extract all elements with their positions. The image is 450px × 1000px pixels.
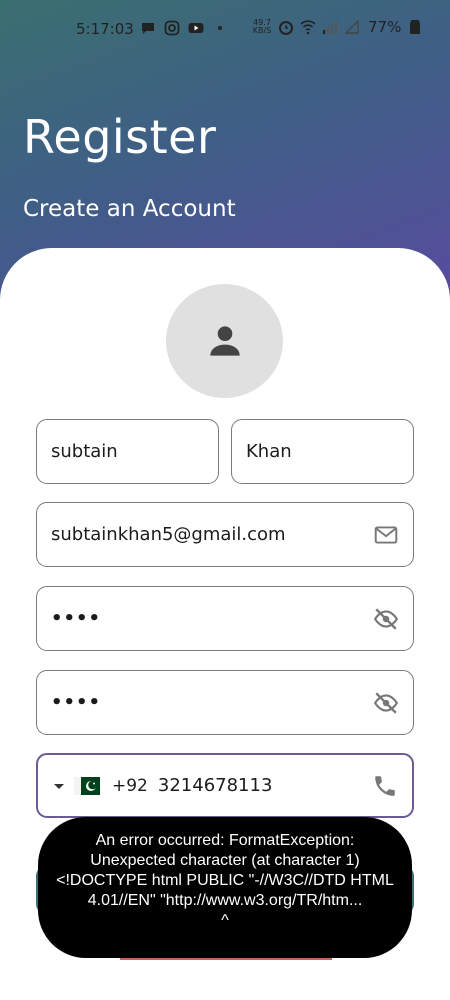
- signal-no-sim-icon: [344, 19, 359, 34]
- country-selector[interactable]: +92: [52, 776, 158, 796]
- toast-line: An error occurred: FormatException:: [95, 832, 355, 849]
- youtube-icon: [188, 23, 204, 33]
- net-speed: 49.7 KB/S: [252, 18, 272, 35]
- last-name-field[interactable]: Khan: [231, 419, 414, 484]
- chat-icon: [142, 23, 154, 34]
- country-code: +92: [112, 775, 148, 796]
- page-title: Register: [23, 110, 217, 164]
- confirm-password-value: ••••: [51, 692, 102, 713]
- status-bar: 5:17:03 49.7 KB/S 77%: [0, 14, 450, 44]
- password-field[interactable]: ••••: [36, 586, 414, 651]
- dropdown-arrow-icon: [54, 783, 64, 789]
- instagram-icon: [164, 20, 180, 36]
- battery-icon: [410, 20, 421, 34]
- signal-icon: [323, 21, 337, 34]
- visibility-off-icon[interactable]: [373, 606, 399, 632]
- toast-line: <!DOCTYPE html PUBLIC "-//W3C//DTD HTML: [56, 872, 394, 889]
- email-icon: [374, 525, 398, 544]
- email-value: subtainkhan5@gmail.com: [51, 524, 286, 545]
- profile-picture-picker[interactable]: [166, 284, 283, 398]
- email-field[interactable]: subtainkhan5@gmail.com: [36, 502, 414, 567]
- alarm-icon: [279, 21, 293, 35]
- status-time: 5:17:03: [76, 20, 134, 38]
- page-subtitle: Create an Account: [23, 196, 236, 222]
- phone-field[interactable]: +92 3214678113: [36, 753, 414, 818]
- phone-icon: [375, 775, 395, 796]
- pakistan-flag-icon: [74, 776, 100, 795]
- dot-icon: [218, 26, 222, 30]
- wifi-icon: [300, 20, 316, 35]
- first-name-field[interactable]: subtain: [36, 419, 219, 484]
- person-icon: [209, 326, 240, 356]
- visibility-off-icon[interactable]: [373, 690, 399, 716]
- last-name-value: Khan: [246, 441, 292, 462]
- battery-percent: 77%: [368, 18, 402, 36]
- first-name-value: subtain: [51, 441, 118, 462]
- toast-line: Unexpected character (at character 1): [90, 852, 360, 869]
- toast-line: 4.01//EN" "http://www.w3.org/TR/htm...: [87, 892, 363, 909]
- password-value: ••••: [51, 608, 102, 629]
- confirm-password-field[interactable]: ••••: [36, 670, 414, 735]
- error-toast: An error occurred: FormatException: Unex…: [38, 817, 412, 958]
- toast-line: ^: [221, 912, 229, 929]
